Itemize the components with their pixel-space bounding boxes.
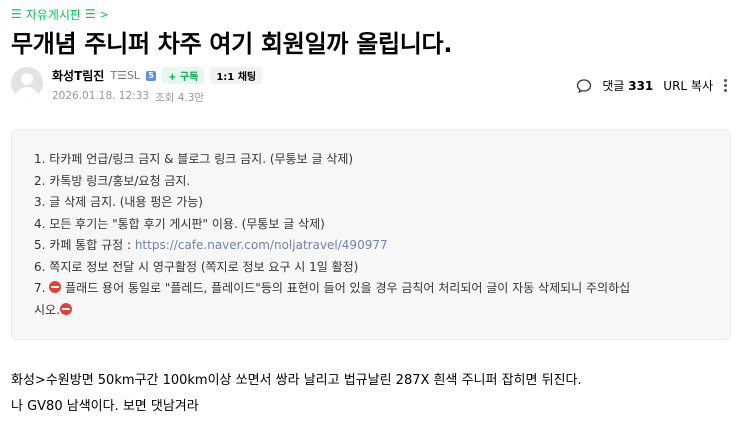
post-date: 2026.01.18. 12:33 — [52, 90, 150, 102]
body-line: 화성>수원방면 50km구간 100km이상 쏘면서 쌍라 날리고 법규날린 2… — [11, 373, 582, 388]
notice-item: 5. 카페 통합 규정 : https://cafe.naver.com/nol… — [34, 238, 388, 252]
menu-icon: ☰ — [11, 7, 22, 21]
board-breadcrumb[interactable]: ☰ 자유게시판 ☰ > — [11, 6, 109, 22]
notice-item: 3. 글 삭제 금지. (내용 펑은 가능) — [34, 195, 203, 209]
board-list-icon: ☰ — [84, 7, 96, 21]
notice-item: 1. 타카페 언급/링크 금지 & 블로그 링크 금지. (무통보 글 삭제) — [34, 152, 354, 166]
comments-count: 331 — [628, 79, 654, 93]
author-name[interactable]: 화성T림진 — [52, 67, 104, 84]
body-line: 나 GV80 남색이다. 보면 댓남겨라 — [11, 399, 199, 414]
member-grade: T☰SL — [110, 69, 141, 82]
post-body: 화성>수원방면 50km구간 100km이상 쏘면서 쌍라 날리고 법규날린 2… — [11, 368, 582, 420]
post-title: 무개념 주니퍼 차주 여기 회원일까 올립니다. — [11, 30, 453, 58]
post-actions: 댓글 331 URL 복사 — [576, 77, 727, 94]
grade-badge-icon: 5 — [146, 70, 157, 81]
more-options-icon[interactable] — [723, 79, 727, 92]
follow-button[interactable]: + 구독 — [162, 67, 205, 84]
view-count: 조회 4.3만 — [155, 92, 205, 104]
author-row: 화성T림진 T☰SL 5 + 구독 1:1 채팅 — [52, 67, 263, 84]
notice-item: 6. 쪽지로 정보 전달 시 영구활정 (쪽지로 정보 요구 시 1일 활정) — [34, 259, 359, 274]
no-entry-icon — [49, 281, 62, 293]
notice-box: 1. 타카페 언급/링크 금지 & 블로그 링크 금지. (무통보 글 삭제) … — [11, 129, 731, 340]
chevron-right-icon: > — [99, 7, 109, 21]
url-copy-button[interactable]: URL 복사 — [663, 77, 713, 94]
chat-button[interactable]: 1:1 채팅 — [210, 67, 263, 84]
post-meta: 2026.01.18. 12:33 조회 4.3만 — [52, 90, 204, 105]
no-entry-icon — [59, 302, 72, 315]
comment-icon[interactable] — [576, 78, 592, 94]
notice-item: 2. 카톡방 링크/홍보/요청 금지. — [34, 173, 191, 188]
notice-item: 4. 모든 후기는 "통합 후기 게시판" 이용. (무통보 글 삭제) — [34, 216, 325, 231]
author-avatar[interactable] — [11, 67, 43, 99]
notice-item: 7. 플래드 용어 통일로 "플레드, 플레이드"등의 표현이 들어 있을 경우… — [34, 281, 631, 317]
cafe-rules-link[interactable]: https://cafe.naver.com/noljatravel/49097… — [135, 238, 388, 252]
board-name[interactable]: 자유게시판 — [26, 6, 81, 23]
comments-link[interactable]: 댓글 331 — [602, 77, 653, 94]
comments-label: 댓글 — [602, 79, 625, 93]
notice-list: 1. 타카페 언급/링크 금지 & 블로그 링크 금지. (무통보 글 삭제) … — [34, 149, 719, 321]
